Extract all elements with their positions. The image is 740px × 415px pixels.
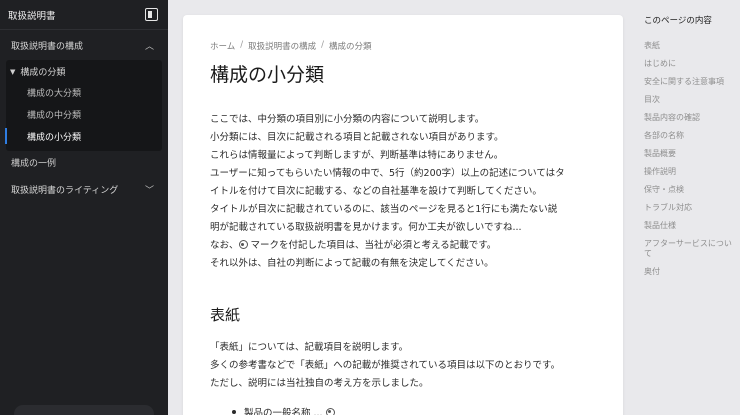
toc-item[interactable]: 奥付 <box>644 267 736 277</box>
toc-item[interactable]: 操作説明 <box>644 167 736 177</box>
bullet-icon <box>232 410 236 414</box>
required-mark-icon <box>325 407 335 415</box>
breadcrumb-structure[interactable]: 取扱説明書の構成 <box>248 40 316 52</box>
intro-line: それ以外は、自社の判断によって記載の有無を決定してください。 <box>210 258 494 269</box>
content-card: ホーム / 取扱説明書の構成 / 構成の分類 構成の小分類 ここでは、中分類の項… <box>183 15 623 415</box>
sidebar-toggle-icon[interactable] <box>145 8 158 21</box>
sidebar-section-structure[interactable]: 取扱説明書の構成 ︿ <box>0 30 168 60</box>
sidebar-title[interactable]: 取扱説明書 <box>8 8 56 22</box>
sidebar-item-middle[interactable]: 構成の中分類 <box>6 103 162 125</box>
intro-line: イトルを付けて目次に記載する、などの自社基準を設けて判断してください。 <box>210 186 542 197</box>
intro-text: ここでは、中分類の項目別に小分類の内容について説明します。 小分類には、目次に記… <box>210 111 596 273</box>
section-line: 「表紙」については、記載項目を説明します。 <box>210 342 409 353</box>
sidebar-item-label: 構成の大分類 <box>27 88 82 99</box>
sidebar: 取扱説明書 取扱説明書の構成 ︿ ▼ 構成の分類 構成の大分類 構成の中分類 構… <box>0 0 168 415</box>
intro-mark-suffix: マークを付記した項目は、当社が必須と考える記載です。 <box>247 240 497 251</box>
sidebar-header: 取扱説明書 <box>0 0 168 30</box>
intro-line: ユーザーに知ってもらいたい情報の中で、5行（約200字）以上の記述についてはタ <box>210 168 565 179</box>
sidebar-item-example[interactable]: 構成の一例 <box>0 151 168 174</box>
intro-line: ここでは、中分類の項目別に小分類の内容について説明します。 <box>210 114 485 125</box>
sidebar-item-minor[interactable]: 構成の小分類 <box>5 125 162 147</box>
breadcrumb-separator: / <box>240 40 244 50</box>
intro-mark-prefix: なお、 <box>210 240 239 251</box>
toc-item[interactable]: 各部の名称 <box>644 131 736 141</box>
toc-item[interactable]: トラブル対応 <box>644 203 736 213</box>
toc-item[interactable]: 保守・点検 <box>644 185 736 195</box>
sidebar-section-writing[interactable]: 取扱説明書のライティング ﹀ <box>0 174 168 204</box>
toc-item[interactable]: 製品仕様 <box>644 221 736 231</box>
required-mark-icon <box>238 240 248 249</box>
sidebar-subgroup-classification[interactable]: ▼ 構成の分類 <box>6 62 162 81</box>
section-title: 表紙 <box>210 306 241 324</box>
list-item: 製品の一般名称 ... <box>210 405 596 415</box>
intro-line: これらは情報量によって判断しますが、判断基準は特にありません。 <box>210 150 504 161</box>
sidebar-section-label: 取扱説明書のライティング <box>11 185 119 196</box>
section-line: 多くの参考書などで「表紙」への記載が推奨されている項目は以下のとおりです。 <box>210 360 561 371</box>
sidebar-item-label: 構成の小分類 <box>27 132 82 143</box>
toc-item[interactable]: はじめに <box>644 59 736 69</box>
chevron-down-icon: ﹀ <box>144 185 154 196</box>
intro-line: タイトルが目次に記載されているのに、該当のページを見ると1行にも満たない説 <box>210 204 558 215</box>
caret-down-icon: ▼ <box>10 67 16 76</box>
chevron-up-icon: ︿ <box>144 41 154 52</box>
toc: このページの内容 表紙 はじめに 安全に関する注意事項 目次 製品内容の確認 各… <box>644 14 736 285</box>
sidebar-subgroup-label: 構成の分類 <box>20 68 66 78</box>
toc-item[interactable]: 表紙 <box>644 41 736 51</box>
section-line: ただし、説明には当社独自の考え方を示しました。 <box>210 378 429 389</box>
breadcrumb-separator: / <box>321 40 325 50</box>
breadcrumb: ホーム / 取扱説明書の構成 / 構成の分類 <box>210 40 596 52</box>
section-body: 「表紙」については、記載項目を説明します。 多くの参考書などで「表紙」への記載が… <box>210 339 596 393</box>
list-item-label: 製品の一般名称 ... <box>244 408 323 415</box>
toc-item[interactable]: 安全に関する注意事項 <box>644 77 736 87</box>
breadcrumb-classification[interactable]: 構成の分類 <box>329 40 372 52</box>
toc-item[interactable]: 製品概要 <box>644 149 736 159</box>
toc-title: このページの内容 <box>644 16 712 26</box>
sidebar-item-major[interactable]: 構成の大分類 <box>6 81 162 103</box>
breadcrumb-home[interactable]: ホーム <box>210 40 235 52</box>
intro-line-mark: なお、 マークを付記した項目は、当社が必須と考える記載です。 <box>210 237 596 255</box>
page-title: 構成の小分類 <box>210 64 325 86</box>
intro-line: 小分類には、目次に記載される項目と記載されない項目があります。 <box>210 132 504 143</box>
sidebar-item-label: 構成の中分類 <box>27 110 82 121</box>
intro-line: 明が記載されている取扱説明書を見かけます。何か工夫が欲しいですね... <box>210 222 522 233</box>
sidebar-group: ▼ 構成の分類 構成の大分類 構成の中分類 構成の小分類 <box>5 60 162 151</box>
sidebar-section-label: 取扱説明書の構成 <box>11 41 84 52</box>
toc-item[interactable]: 製品内容の確認 <box>644 113 736 123</box>
sidebar-bottom-control[interactable] <box>14 405 154 415</box>
toc-item[interactable]: 目次 <box>644 95 736 105</box>
toc-item[interactable]: アフターサービスについて <box>644 239 736 259</box>
sidebar-item-label: 構成の一例 <box>11 159 57 169</box>
